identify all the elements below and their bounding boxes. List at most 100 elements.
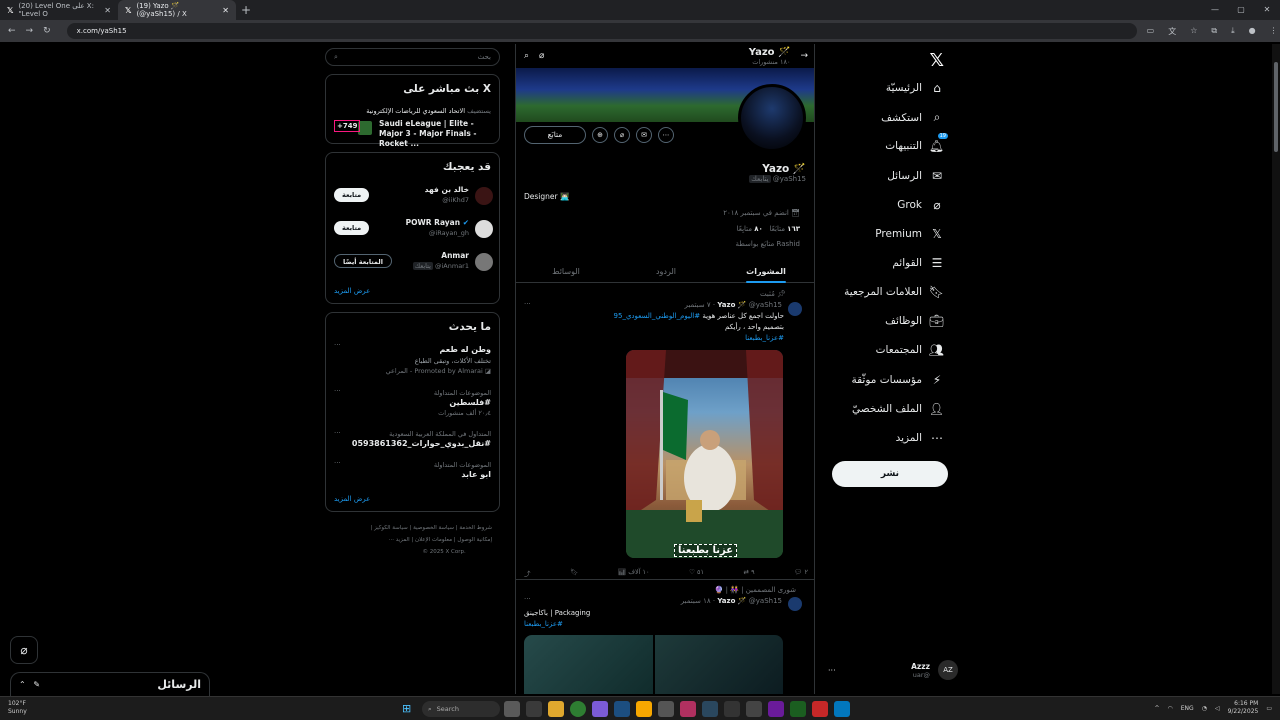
share-icon[interactable]: ⤴ <box>524 568 531 578</box>
app-icon[interactable] <box>526 701 542 717</box>
more-icon[interactable]: ··· <box>524 300 531 308</box>
nav-item[interactable]: ⚡︎ مؤسسات موثّقة <box>851 373 944 387</box>
like-button[interactable]: ♡ ٥١ <box>689 568 704 578</box>
maximize-icon[interactable]: ▢ <box>1228 0 1254 20</box>
follow-stats[interactable]: ١٦٣ متابَعًا ٨٠ متابِعًا <box>737 225 800 233</box>
scroll-thumb[interactable] <box>1274 62 1278 152</box>
app-icon[interactable] <box>614 701 630 717</box>
nav-item[interactable]: 💼︎ الوظائف <box>885 314 944 328</box>
clock[interactable]: 6:16 PM 9/22/2025 <box>1228 700 1259 716</box>
x-logo-icon[interactable]: 𝕏 <box>929 50 944 71</box>
reload-icon[interactable]: ↻ <box>43 26 51 36</box>
avatar[interactable] <box>475 253 493 271</box>
close-window-icon[interactable]: ✕ <box>1254 0 1280 20</box>
grok-icon[interactable]: ⌀ <box>614 127 630 143</box>
subscribe-icon[interactable]: ⊕ <box>592 127 608 143</box>
following-button[interactable]: المتابعة أيضًا <box>334 254 392 268</box>
hashtag-link[interactable]: #عزنا_بطبعنا <box>745 334 784 342</box>
app-icon[interactable] <box>548 701 564 717</box>
app-icon[interactable] <box>834 701 850 717</box>
app-icon[interactable] <box>746 701 762 717</box>
retweet-button[interactable]: ⇄ ٩ <box>744 568 755 578</box>
scrollbar[interactable] <box>1272 44 1280 694</box>
reply-button[interactable]: 💬︎ ٢ <box>794 568 808 578</box>
footer-line[interactable]: إمكانية الوصول | معلومات الإعلان | المزي… <box>370 534 492 546</box>
chrome-icon[interactable] <box>570 701 586 717</box>
app-icon[interactable] <box>636 701 652 717</box>
community-label[interactable]: شورى المصممين | 👭 | 🔮 <box>715 586 796 594</box>
taskbar-search[interactable]: ⌕ Search <box>422 701 500 717</box>
browser-tab[interactable]: 𝕏 (20) Level One على X: "Level O ✕ <box>0 0 118 20</box>
followed-by[interactable]: Rashid متابَع بواسطة <box>736 240 800 248</box>
tab-replies[interactable]: الردود <box>616 261 716 282</box>
live-card[interactable]: X بث مباشر على يستضيف الاتحاد السعودي لل… <box>325 74 500 148</box>
tweet[interactable]: شورى المصممين | 👭 | 🔮 Yazo 🪄 @yaSh15 · ١… <box>516 581 814 694</box>
back-icon[interactable]: ← <box>8 26 16 36</box>
extensions-icon[interactable]: ⧉ <box>1211 26 1217 37</box>
expand-icon[interactable]: ⌃ <box>19 680 26 689</box>
app-icon[interactable] <box>724 701 740 717</box>
nav-item[interactable]: 👤︎ الملف الشخصيّ <box>852 402 944 416</box>
translate-icon[interactable]: 文 <box>1168 26 1176 37</box>
forward-icon[interactable]: → <box>26 26 34 36</box>
footer-line[interactable]: شروط الخدمة | سياسة الخصوصية | سياسة الك… <box>370 522 492 534</box>
nav-item[interactable]: 𝕏 Premium <box>875 227 944 241</box>
nav-item[interactable]: 🔔︎ 19 التنبيهات <box>885 133 948 153</box>
nav-item[interactable]: ⌕ استكشف <box>881 110 944 125</box>
grok-float-button[interactable]: ⌀ <box>10 636 38 664</box>
new-tab-button[interactable]: + <box>236 3 256 17</box>
tweet-image[interactable] <box>524 635 783 694</box>
app-icon[interactable] <box>702 701 718 717</box>
post-button[interactable]: نشر <box>832 461 948 487</box>
more-icon[interactable]: ··· <box>524 595 531 603</box>
bookmark-icon[interactable]: 🔖︎ <box>570 568 578 578</box>
profile-icon[interactable]: ● <box>1249 26 1256 37</box>
show-more-link[interactable]: عرض المزيد <box>334 287 370 295</box>
follow-button[interactable]: متابعة <box>334 188 370 202</box>
address-bar[interactable]: x.com/yaSh15 <box>66 23 1137 39</box>
search-input[interactable]: ⌕ بحث <box>325 48 500 66</box>
more-icon[interactable]: ··· <box>828 666 836 675</box>
browser-tab-active[interactable]: 𝕏 (19) Yazo 🪄 (@yaSh15) / X ✕ <box>118 0 236 20</box>
follow-suggestion[interactable]: خالد بن فهد @iiKhd7 متابعة <box>326 185 501 207</box>
avatar[interactable] <box>475 187 493 205</box>
network-icon[interactable]: ◠ <box>1168 705 1173 712</box>
nav-item[interactable]: ☰ القوائم <box>892 256 944 270</box>
download-icon[interactable]: ⤓ <box>1231 26 1235 37</box>
lang-indicator[interactable]: ENG <box>1181 705 1194 712</box>
app-icon[interactable] <box>592 701 608 717</box>
menu-icon[interactable]: ⋮ <box>1270 26 1278 37</box>
follow-button[interactable]: متابعة <box>334 221 370 235</box>
app-icon[interactable] <box>790 701 806 717</box>
profile-avatar[interactable] <box>738 84 806 152</box>
grok-icon[interactable]: ⌀ <box>539 51 544 61</box>
nav-item[interactable]: ⌀ Grok <box>897 198 944 212</box>
app-icon[interactable] <box>658 701 674 717</box>
follow-suggestion[interactable]: Anmar يتابعك @iAnmar1 المتابعة أيضًا <box>326 251 501 273</box>
weather-widget[interactable]: 102°F Sunny <box>8 700 27 716</box>
messages-drawer[interactable]: ⌃ ✎ الرسائل <box>10 672 210 696</box>
back-arrow-icon[interactable]: → <box>800 51 808 61</box>
tab-media[interactable]: الوسائط <box>516 261 616 282</box>
follow-suggestion[interactable]: ✔ POWR Rayan @iRayan_gh متابعة <box>326 218 501 240</box>
nav-item[interactable]: ⌂ الرئيسيّة <box>886 81 944 95</box>
nav-item[interactable]: 🔖︎ العلامات المرجعية <box>844 285 944 299</box>
close-tab-icon[interactable]: ✕ <box>222 6 229 15</box>
chevron-up-icon[interactable]: ^ <box>1154 705 1159 712</box>
star-icon[interactable]: ☆ <box>1190 26 1197 37</box>
more-icon[interactable]: ⋯ <box>658 127 674 143</box>
volume-icon[interactable]: ◁ <box>1215 705 1220 712</box>
cast-icon[interactable]: ▭ <box>1147 26 1155 37</box>
more-icon[interactable]: ··· <box>334 387 341 395</box>
hashtag-link[interactable]: #عزنا_بطبعنا <box>524 620 563 628</box>
app-icon[interactable] <box>504 701 520 717</box>
app-icon[interactable] <box>812 701 828 717</box>
tweet-image[interactable]: عزنا بطبعنا <box>626 350 783 558</box>
windows-start-icon[interactable]: ⊞ <box>402 702 411 715</box>
app-icon[interactable] <box>768 701 784 717</box>
more-icon[interactable]: ··· <box>334 429 341 437</box>
app-icon[interactable] <box>680 701 696 717</box>
message-icon[interactable]: ✉ <box>636 127 652 143</box>
nav-item[interactable]: ⋯ المزيد <box>896 431 944 445</box>
nav-item[interactable]: 👥︎ المجتمعات <box>876 343 944 357</box>
